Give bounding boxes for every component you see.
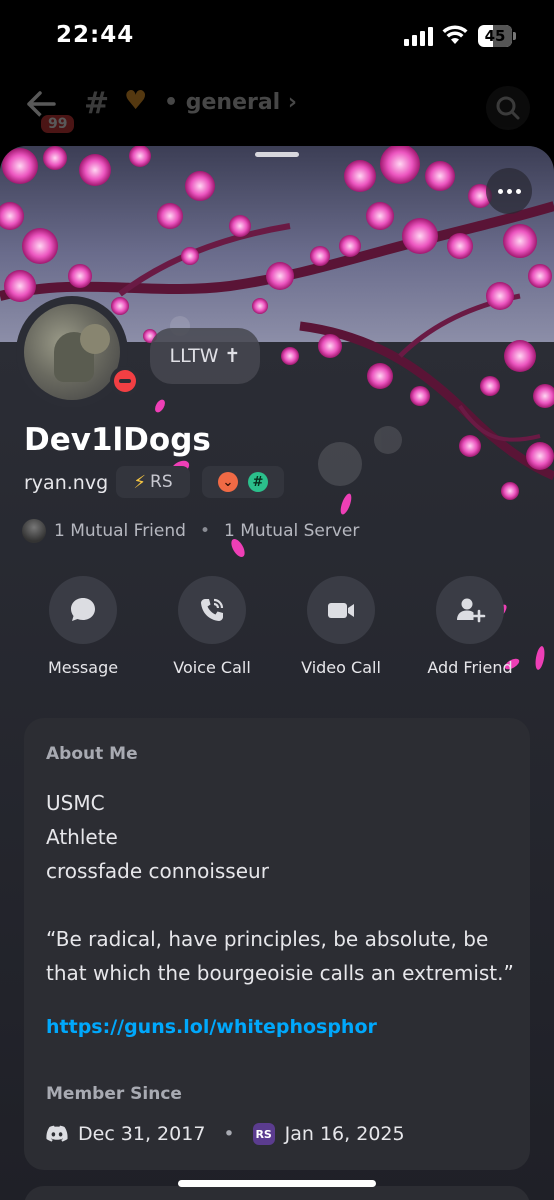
wifi-icon — [442, 25, 468, 44]
dnd-status-icon — [110, 366, 140, 396]
home-indicator — [178, 1180, 376, 1187]
video-icon — [328, 603, 354, 618]
about-me-card: About Me USMC Athlete crossfade connoiss… — [24, 718, 530, 1170]
avatar[interactable] — [24, 304, 120, 400]
profile-link[interactable]: https://guns.lol/whitephosphor — [46, 1016, 377, 1038]
server-icon: RS — [252, 1123, 275, 1145]
action-buttons: Message Voice Call Video Call Add Friend — [0, 576, 554, 686]
custom-status-bubble[interactable]: LLTW ✝ — [150, 328, 260, 384]
about-line: USMC — [46, 791, 105, 815]
more-options-button[interactable] — [486, 168, 532, 214]
discord-icon — [46, 1125, 68, 1142]
unread-badge: 99 — [38, 112, 78, 136]
avatar-frame — [16, 296, 128, 408]
add-friend-button[interactable]: Add Friend — [405, 576, 535, 677]
about-line: “Be radical, have principles, be absolut… — [46, 927, 489, 951]
status-time: 22:44 — [56, 22, 135, 48]
discord-join-date: Dec 31, 2017 — [78, 1123, 206, 1145]
server-join-date: Jan 16, 2025 — [284, 1123, 405, 1145]
about-line: that which the bourgeoisie calls an extr… — [46, 961, 514, 985]
about-me-text: USMC Athlete crossfade connoisseur “Be r… — [46, 786, 516, 990]
channel-name[interactable]: • general › — [164, 90, 297, 115]
message-button[interactable]: Message — [18, 576, 148, 677]
add-friend-label: Add Friend — [427, 658, 513, 677]
server-tag[interactable]: ⚡ RS — [116, 466, 190, 498]
hash-badge-icon: # — [248, 472, 268, 492]
sheet-drag-handle[interactable] — [255, 152, 299, 157]
signal-icon — [404, 26, 434, 46]
about-line — [46, 888, 516, 922]
next-card — [24, 1186, 530, 1200]
channel-header: 99 # ♥ • general › — [0, 76, 554, 136]
battery-icon: 45 — [478, 25, 516, 47]
mutual-servers-count[interactable]: 1 Mutual Server — [224, 521, 359, 541]
badge-group[interactable]: ⌄ # — [202, 466, 284, 498]
profile-sheet: LLTW ✝ Dev1lDogs ryan.nvg ⚡ RS ⌄ # 1 Mut… — [0, 146, 554, 1200]
username[interactable]: ryan.nvg — [24, 472, 108, 494]
display-name: Dev1lDogs — [24, 422, 211, 458]
search-icon — [496, 96, 520, 120]
channel-hash-icon: # — [84, 86, 110, 121]
video-call-button[interactable]: Video Call — [276, 576, 406, 677]
search-button[interactable] — [486, 86, 530, 130]
member-since-heading: Member Since — [46, 1084, 182, 1104]
chevron-badge-icon: ⌄ — [218, 472, 238, 492]
status-bar: 22:44 45 — [0, 0, 554, 72]
server-tag-label: RS — [150, 472, 173, 492]
lightning-icon: ⚡ — [133, 471, 147, 493]
member-since-row: Dec 31, 2017 • RS Jan 16, 2025 — [46, 1118, 405, 1150]
voice-call-label: Voice Call — [173, 658, 251, 677]
more-dots-icon — [497, 188, 503, 194]
mutuals-row[interactable]: 1 Mutual Friend • 1 Mutual Server — [22, 518, 359, 544]
add-friend-icon — [457, 598, 486, 623]
video-call-label: Video Call — [301, 658, 381, 677]
about-line: crossfade connoisseur — [46, 859, 269, 883]
message-icon — [71, 598, 95, 621]
battery-level: 45 — [484, 27, 506, 45]
mutual-friends-count[interactable]: 1 Mutual Friend — [54, 521, 186, 541]
message-label: Message — [47, 658, 119, 677]
phone-icon — [201, 598, 224, 621]
about-line: Athlete — [46, 825, 118, 849]
voice-call-button[interactable]: Voice Call — [147, 576, 277, 677]
heart-icon: ♥ — [124, 86, 148, 116]
about-me-heading: About Me — [46, 744, 138, 764]
mutual-friend-avatar — [22, 519, 46, 543]
